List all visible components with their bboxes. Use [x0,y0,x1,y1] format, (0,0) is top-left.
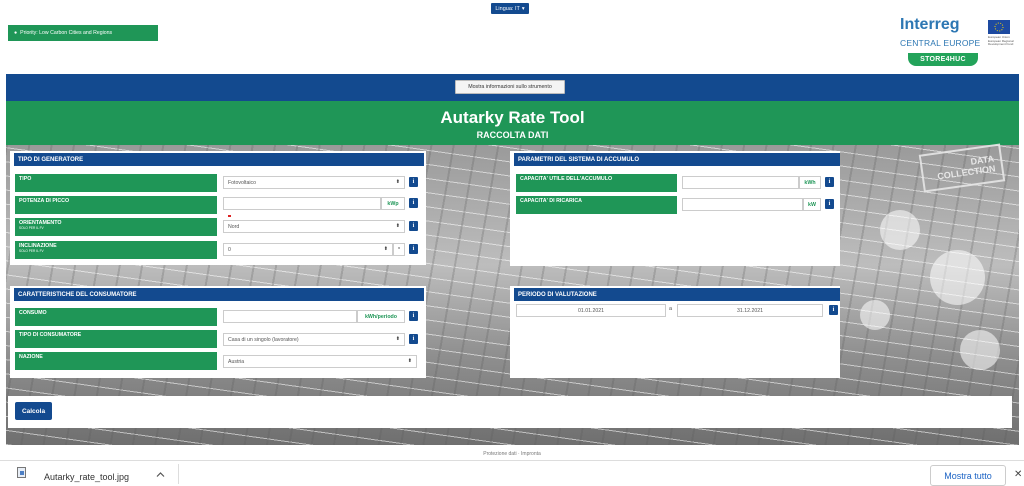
date-separator: a [669,306,673,312]
info-icon[interactable]: i [409,334,418,344]
caret-down-icon: ▾ [521,5,525,12]
calculate-button[interactable]: Calcola [15,402,52,420]
bokeh-light [960,330,1000,370]
capacita-unit: kWh [799,176,821,189]
potenza-input[interactable] [223,197,381,210]
download-filename[interactable]: Autarky_rate_tool.jpg [44,472,129,482]
chevron-up-icon[interactable] [156,470,165,480]
show-info-button[interactable]: Mostra informazioni sullo strumento [455,80,565,94]
eu-flag-icon [988,20,1010,34]
language-dropdown[interactable]: Lingua: IT ▾ [491,3,529,14]
capacita-input[interactable] [682,176,799,189]
period-heading: PERIODO DI VALUTAZIONE [514,288,840,301]
page-subtitle: RACCOLTA DATI [476,130,549,140]
ricarica-label: CAPACITA' DI RICARICA [516,196,677,214]
ricarica-input[interactable] [682,198,803,211]
select-arrow-icon: ⬍ [395,179,400,185]
info-icon[interactable]: i [829,305,838,315]
info-icon[interactable]: i [409,198,418,208]
show-all-button[interactable]: Mostra tutto [930,465,1006,486]
start-date-input[interactable]: 01.01.2021 [516,304,666,317]
select-arrow-icon: ⬍ [395,336,400,342]
project-badge: STORE4HUC [908,53,978,66]
required-marker [228,215,231,217]
select-arrow-icon: ⬍ [395,223,400,229]
generator-heading: TIPO DI GENERATORE [14,153,424,166]
ricarica-unit: kW [803,198,821,211]
tipo-consumatore-label: TIPO DI CONSUMATORE [15,330,217,348]
divider [178,464,179,484]
degree-unit: ° [393,243,405,256]
consumer-heading: CARATTERISTICHE DEL CONSUMATORE [14,288,424,301]
inclinazione-label: INCLINAZIONE SOLO PER IL FV [15,241,217,259]
select-arrow-icon: ⬍ [383,246,388,252]
consumo-label: CONSUMO [15,308,217,326]
logo-brand: Interreg [900,16,960,33]
consumo-unit: kWh/periodo [357,310,405,323]
image-file-icon [17,467,26,478]
info-icon[interactable]: i [825,199,834,209]
language-label: Lingua: IT [495,5,520,12]
nazione-label: NAZIONE [15,352,217,370]
page: Lingua: IT ▾ ● Priority: Low Carbon Citi… [0,0,1024,486]
potenza-label: POTENZA DI PICCO [15,196,217,214]
priority-label: Priority: Low Carbon Cities and Regions [20,30,113,36]
logo-region: CENTRAL EUROPE [900,38,981,48]
page-title: Autarky Rate Tool [440,108,585,127]
orientamento-select[interactable]: Nord ⬍ [223,220,405,233]
consumo-input[interactable] [223,310,357,323]
orientamento-label: ORIENTAMENTO SOLO PER IL FV [15,218,217,236]
action-panel [8,396,1012,428]
footer-links[interactable]: Protezione dati · Impronta [0,451,1024,457]
info-icon[interactable]: i [409,177,418,187]
inclinazione-select[interactable]: 0 ⬍ [223,243,393,256]
info-icon[interactable]: i [409,221,418,231]
eu-caption: European Union European Regional Develop… [988,35,1014,46]
info-icon[interactable]: i [409,311,418,321]
tipo-select[interactable]: Fotovoltaico ⬍ [223,176,405,189]
end-date-input[interactable]: 31.12.2021 [677,304,823,317]
potenza-unit: kWp [381,197,405,210]
priority-badge: ● Priority: Low Carbon Cities and Region… [8,25,158,41]
select-arrow-icon: ⬍ [407,358,412,364]
info-icon[interactable]: i [825,177,834,187]
bokeh-light [930,250,985,305]
interreg-logo: Interreg CENTRAL EUROPE European Union E… [896,16,1016,70]
period-panel: PERIODO DI VALUTAZIONE [510,286,840,378]
info-icon[interactable]: i [409,244,418,254]
storage-heading: PARAMETRI DEL SISTEMA DI ACCUMULO [514,153,840,166]
bokeh-light [880,210,920,250]
capacita-label: CAPACITA' UTILE DELL'ACCUMULO [516,174,677,192]
tipo-consumatore-select[interactable]: Casa di un singolo (lavoratore) ⬍ [223,333,405,346]
download-bar [0,460,1024,486]
close-icon[interactable]: ✕ [1014,469,1022,480]
nazione-select[interactable]: Austria ⬍ [223,355,417,368]
title-banner: Autarky Rate Tool RACCOLTA DATI [6,101,1019,145]
stamp-line-2: COLLECTION [936,163,997,182]
bokeh-light [860,300,890,330]
leaf-icon: ● [14,30,18,36]
tipo-label: TIPO [15,174,217,192]
